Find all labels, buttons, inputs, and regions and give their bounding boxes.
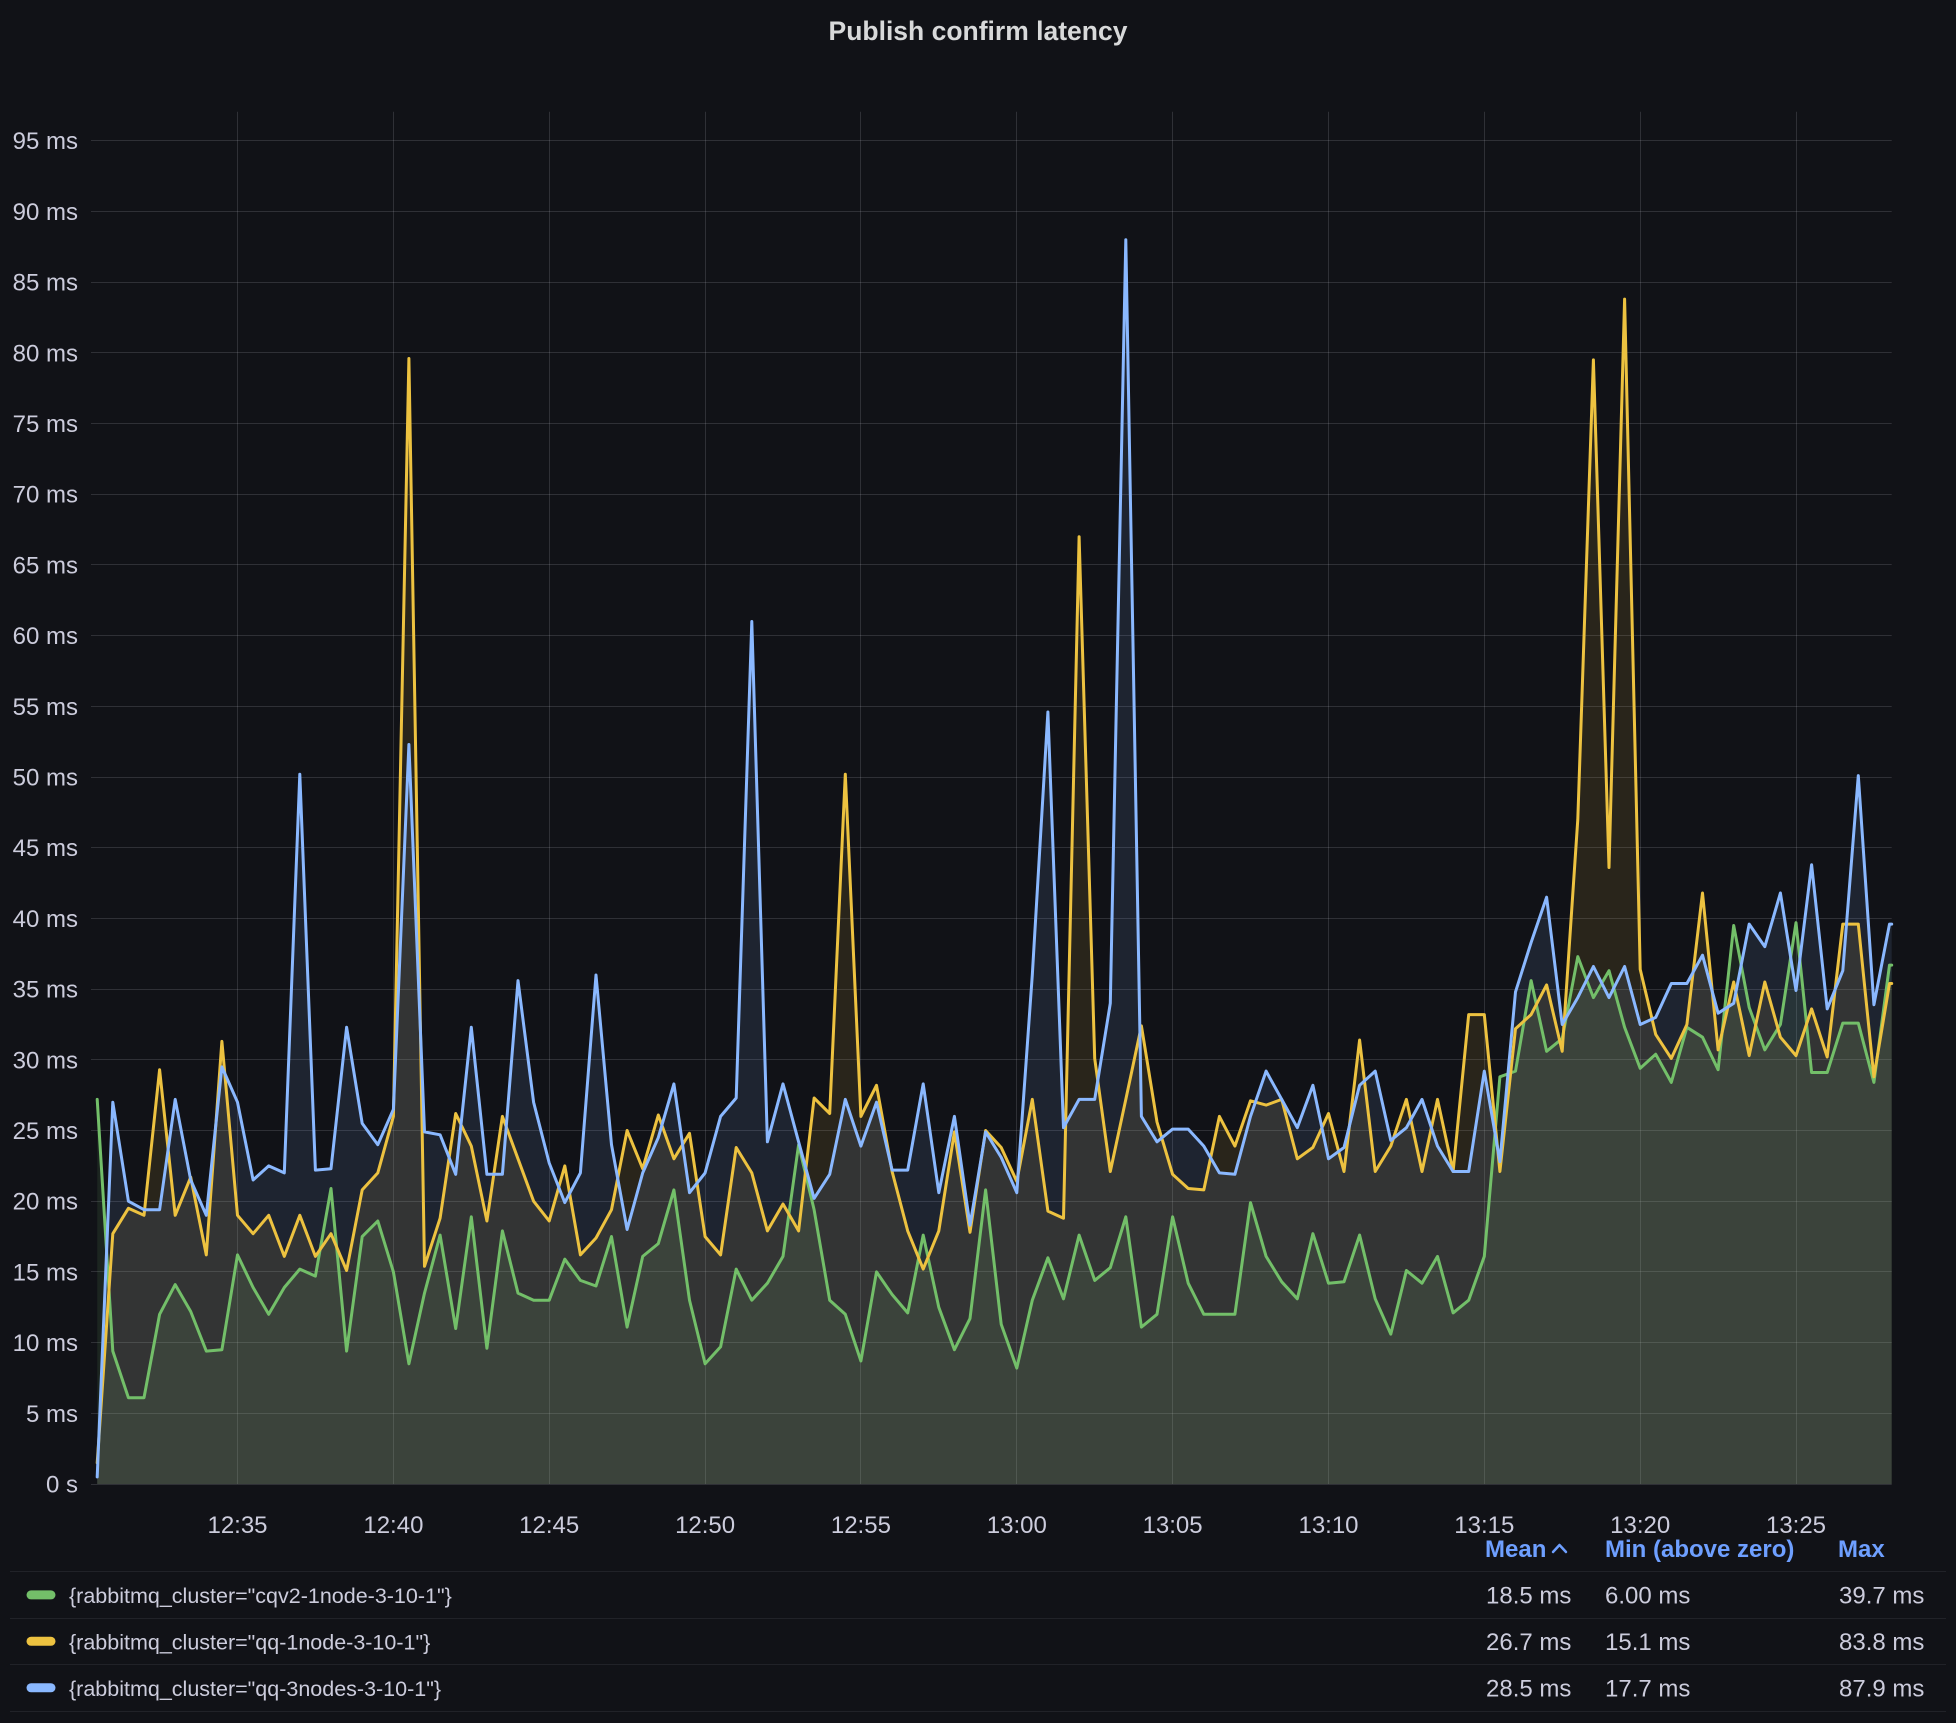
svg-text:45 ms: 45 ms bbox=[13, 835, 78, 862]
svg-text:95 ms: 95 ms bbox=[13, 128, 78, 155]
svg-text:85 ms: 85 ms bbox=[13, 270, 78, 297]
svg-text:0 s: 0 s bbox=[46, 1472, 78, 1499]
svg-text:12:55: 12:55 bbox=[831, 1512, 891, 1539]
svg-text:13:20: 13:20 bbox=[1610, 1512, 1670, 1539]
svg-text:Max: Max bbox=[1838, 1536, 1885, 1563]
svg-text:{rabbitmq_cluster="cqv2-1node-: {rabbitmq_cluster="cqv2-1node-3-10-1"} bbox=[69, 1584, 452, 1608]
svg-text:6.00 ms: 6.00 ms bbox=[1605, 1582, 1690, 1609]
svg-text:55 ms: 55 ms bbox=[13, 694, 78, 721]
svg-text:13:05: 13:05 bbox=[1143, 1512, 1203, 1539]
svg-text:65 ms: 65 ms bbox=[13, 552, 78, 579]
svg-text:12:45: 12:45 bbox=[519, 1512, 579, 1539]
svg-text:5 ms: 5 ms bbox=[26, 1401, 78, 1428]
svg-text:10 ms: 10 ms bbox=[13, 1330, 78, 1357]
svg-text:50 ms: 50 ms bbox=[13, 765, 78, 792]
svg-text:12:35: 12:35 bbox=[207, 1512, 267, 1539]
svg-text:80 ms: 80 ms bbox=[13, 340, 78, 367]
svg-text:40 ms: 40 ms bbox=[13, 906, 78, 933]
svg-text:{rabbitmq_cluster="qq-1node-3-: {rabbitmq_cluster="qq-1node-3-10-1"} bbox=[69, 1630, 430, 1654]
svg-text:20 ms: 20 ms bbox=[13, 1189, 78, 1216]
svg-text:83.8 ms: 83.8 ms bbox=[1839, 1629, 1924, 1656]
svg-text:18.5 ms: 18.5 ms bbox=[1486, 1582, 1571, 1609]
svg-text:12:40: 12:40 bbox=[363, 1512, 423, 1539]
svg-text:30 ms: 30 ms bbox=[13, 1047, 78, 1074]
svg-text:25 ms: 25 ms bbox=[13, 1118, 78, 1145]
svg-text:Mean: Mean bbox=[1485, 1536, 1546, 1563]
svg-text:35 ms: 35 ms bbox=[13, 977, 78, 1004]
svg-text:17.7 ms: 17.7 ms bbox=[1605, 1675, 1690, 1702]
svg-text:13:10: 13:10 bbox=[1298, 1512, 1358, 1539]
svg-text:90 ms: 90 ms bbox=[13, 199, 78, 226]
svg-text:75 ms: 75 ms bbox=[13, 411, 78, 438]
svg-text:{rabbitmq_cluster="qq-3nodes-3: {rabbitmq_cluster="qq-3nodes-3-10-1"} bbox=[69, 1677, 441, 1701]
svg-text:28.5 ms: 28.5 ms bbox=[1486, 1675, 1571, 1702]
svg-text:13:15: 13:15 bbox=[1454, 1512, 1514, 1539]
svg-text:13:00: 13:00 bbox=[987, 1512, 1047, 1539]
svg-text:Min (above zero): Min (above zero) bbox=[1605, 1536, 1794, 1563]
svg-text:70 ms: 70 ms bbox=[13, 482, 78, 509]
svg-text:15.1 ms: 15.1 ms bbox=[1605, 1629, 1690, 1656]
svg-text:13:25: 13:25 bbox=[1766, 1512, 1826, 1539]
svg-text:12:50: 12:50 bbox=[675, 1512, 735, 1539]
svg-text:39.7 ms: 39.7 ms bbox=[1839, 1582, 1924, 1609]
svg-text:60 ms: 60 ms bbox=[13, 623, 78, 650]
svg-text:15 ms: 15 ms bbox=[13, 1259, 78, 1286]
svg-text:Publish confirm latency: Publish confirm latency bbox=[829, 16, 1128, 46]
svg-text:26.7 ms: 26.7 ms bbox=[1486, 1629, 1571, 1656]
svg-text:87.9 ms: 87.9 ms bbox=[1839, 1675, 1924, 1702]
